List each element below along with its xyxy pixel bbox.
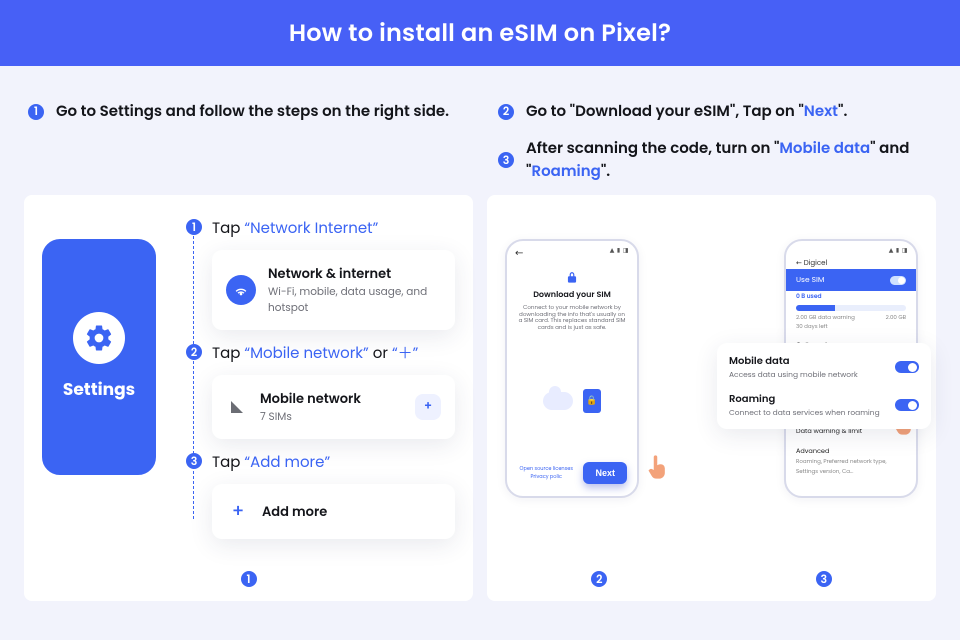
pixel-phone-outline: Settings [42, 239, 156, 475]
mobile-data-title: Mobile data [729, 353, 858, 369]
advanced-row[interactable]: Advanced Roaming, Preferred network type… [796, 447, 906, 477]
toggle-on-icon[interactable] [895, 361, 919, 373]
cloud-icon [543, 392, 573, 410]
back-arrow-icon[interactable]: ← [515, 245, 523, 261]
instruction-1: 1 Go to Settings and follow the steps on… [28, 100, 462, 123]
index-badge: 2 [591, 571, 607, 587]
card-subtitle: Wi-Fi, mobile, data usage, and hotspot [268, 284, 441, 316]
roaming-title: Roaming [729, 391, 880, 407]
pointer-hand-icon [645, 453, 673, 481]
roaming-sub: Connect to data services when roaming [729, 407, 880, 419]
footer-links[interactable]: Open source licenses Privacy polic [517, 465, 575, 481]
step-text: Tap “Add more” [212, 451, 455, 474]
download-illustration [517, 341, 627, 462]
sim-chip-icon [583, 389, 601, 413]
step-badge: 1 [186, 219, 202, 235]
add-more-card[interactable]: + Add more [212, 484, 455, 539]
step-text: Tap “Network Internet” [212, 217, 455, 240]
roaming-row[interactable]: Roaming Connect to data services when ro… [729, 391, 919, 419]
index-badge: 1 [241, 571, 257, 587]
cards-row: Settings 1 Tap “Network Internet” [0, 195, 960, 625]
signal-icon [226, 396, 248, 418]
step-1: 1 Tap “Network Internet” Network & inter… [186, 217, 455, 330]
step-2: 2 Tap “Mobile network” or “＋” Mobile net… [186, 342, 455, 439]
banner-title: How to install an eSIM on Pixel? [289, 16, 671, 51]
page: How to install an eSIM on Pixel? 1 Go to… [0, 0, 960, 640]
top-instructions: 1 Go to Settings and follow the steps on… [0, 66, 960, 195]
instruction-text: Go to Settings and follow the steps on t… [56, 100, 449, 123]
phone-settings-mock: Settings [42, 239, 156, 579]
instruction-2: 2 Go to "Download your eSIM", Tap on "Ne… [498, 100, 932, 123]
plus-icon: + [226, 498, 250, 525]
instruction-3: 3 After scanning the code, turn on "Mobi… [498, 137, 932, 183]
download-title: Download your SIM [533, 289, 611, 301]
step-badge: 1 [28, 104, 44, 120]
step-text: Tap “Mobile network” or “＋” [212, 342, 455, 365]
card-title: Add more [262, 502, 327, 522]
steps-column: 1 Tap “Network Internet” Network & inter… [186, 217, 455, 579]
toggle-on-icon[interactable] [895, 399, 919, 411]
status-icons: ▲ ▮ ◨ [889, 247, 908, 256]
mock-download-sim: ← ▲ ▮ ◨ Download your SIM Connect to you… [505, 239, 639, 498]
use-sim-label: Use SIM [796, 274, 824, 286]
step-badge: 3 [186, 453, 202, 469]
banner: How to install an eSIM on Pixel? [0, 0, 960, 66]
download-subtitle: Connect to your mobile network by downlo… [517, 304, 627, 331]
top-right: 2 Go to "Download your eSIM", Tap on "Ne… [498, 100, 932, 183]
instruction-text: After scanning the code, turn on "Mobile… [526, 137, 932, 183]
toggle-on-icon[interactable] [890, 276, 906, 285]
step-badge: 2 [186, 344, 202, 360]
card-index: 1 [24, 571, 473, 587]
mobile-data-sub: Access data using mobile network [729, 369, 858, 381]
data-used: 0 B used [796, 293, 906, 302]
next-button[interactable]: Next [583, 462, 627, 484]
step-badge: 2 [498, 104, 514, 120]
status-icons: ▲ ▮ ◨ [610, 247, 629, 256]
plus-icon[interactable]: + [415, 394, 441, 420]
mobile-data-row[interactable]: Mobile data Access data using mobile net… [729, 353, 919, 381]
card-title: Mobile network [260, 389, 361, 409]
step-badge: 3 [498, 152, 514, 168]
digicel-header[interactable]: ← Digicel [796, 259, 827, 269]
instruction-text: Go to "Download your eSIM", Tap on "Next… [526, 100, 847, 123]
top-left: 1 Go to Settings and follow the steps on… [28, 100, 462, 183]
card-settings-steps: Settings 1 Tap “Network Internet” [24, 195, 473, 601]
index-badge: 3 [816, 571, 832, 587]
card-index: 2 3 [487, 571, 936, 587]
card-title: Network & internet [268, 264, 441, 284]
card-download-roaming: ← ▲ ▮ ◨ Download your SIM Connect to you… [487, 195, 936, 601]
usage-bar [796, 305, 906, 311]
mobile-data-popup: Mobile data Access data using mobile net… [717, 343, 931, 429]
card-subtitle: 7 SIMs [260, 409, 361, 425]
settings-label: Settings [63, 376, 135, 402]
network-internet-card[interactable]: Network & internet Wi-Fi, mobile, data u… [212, 250, 455, 330]
mobile-network-card[interactable]: Mobile network 7 SIMs + [212, 375, 455, 439]
gear-icon [73, 312, 125, 364]
lock-icon [565, 267, 579, 281]
wifi-icon [226, 275, 256, 305]
step-3: 3 Tap “Add more” + Add more [186, 451, 455, 539]
